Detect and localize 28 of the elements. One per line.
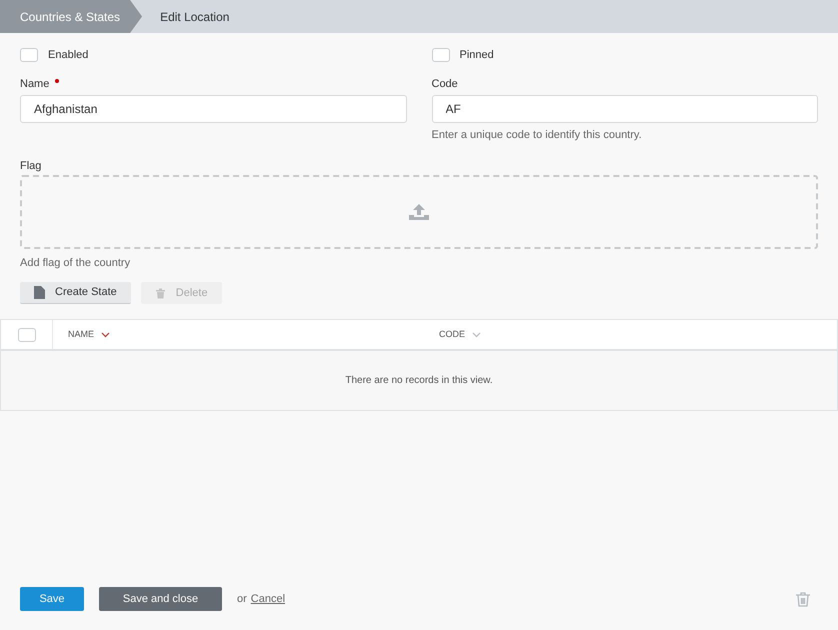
trash-icon [154,288,166,298]
trash-icon[interactable] [795,592,811,606]
upload-icon [409,203,429,220]
document-icon [34,286,45,299]
column-header[interactable]: CODE [439,328,482,342]
empty-message: There are no records in this view. [345,374,493,388]
cancel-link[interactable]: Cancel [250,590,286,608]
chevron-down-icon [472,332,482,338]
field-label: Flag [20,158,42,172]
or-text: or [237,592,247,607]
field-label: Code [432,76,458,92]
select-all-checkbox[interactable] [18,328,36,342]
save-and-close-button[interactable]: Save and close [99,587,222,611]
checkbox[interactable] [20,48,38,62]
create-button[interactable]: Create State [20,282,131,304]
required-icon [55,79,60,83]
upload-dropzone[interactable] [20,174,818,248]
column-header[interactable]: NAME [53,328,439,342]
save-button[interactable]: Save [20,587,84,611]
checkbox[interactable] [432,48,450,62]
text-field[interactable]: Afghanistan [20,95,406,123]
text-field[interactable]: AF [432,95,818,123]
checkbox-label: Pinned [460,48,494,63]
help-text: Add flag of the country [20,256,132,270]
checkbox-label: Enabled [48,48,88,63]
chevron-down-icon [101,332,110,338]
field-label: Name [20,76,50,92]
help-text: Enter a unique code to identify this country. [432,128,643,143]
